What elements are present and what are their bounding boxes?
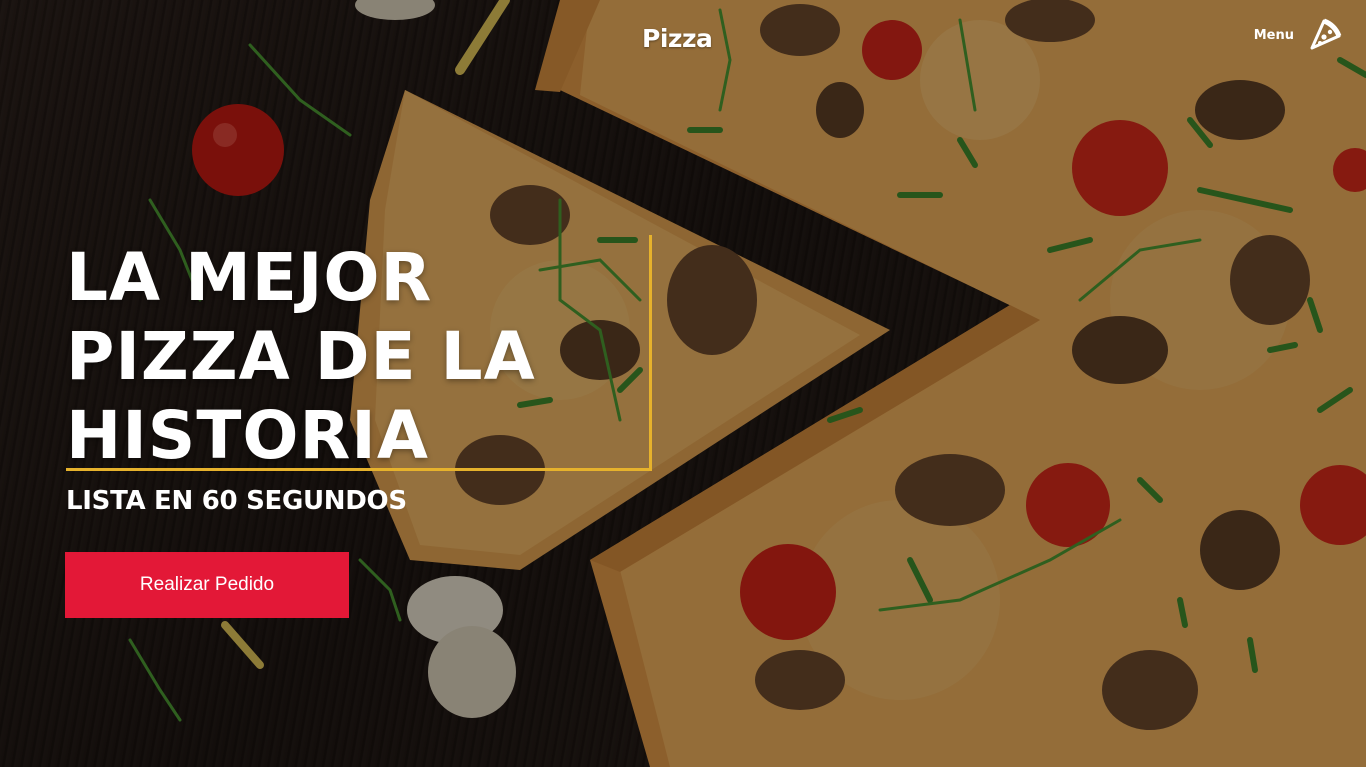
hero-headline: LA MEJOR PIZZA DE LA HISTORIA [66, 239, 536, 474]
hero-subline: LISTA EN 60 SEGUNDOS [66, 486, 407, 516]
brand-logo[interactable]: Pizza [642, 24, 713, 53]
menu-label: Menu [1253, 27, 1294, 43]
pizza-slice-icon [1308, 18, 1342, 52]
hero-section: Pizza Menu LA MEJOR PIZZA DE LA HISTORIA… [0, 0, 1366, 767]
menu-button[interactable]: Menu [1254, 18, 1342, 52]
place-order-button[interactable]: Realizar Pedido [65, 552, 349, 618]
